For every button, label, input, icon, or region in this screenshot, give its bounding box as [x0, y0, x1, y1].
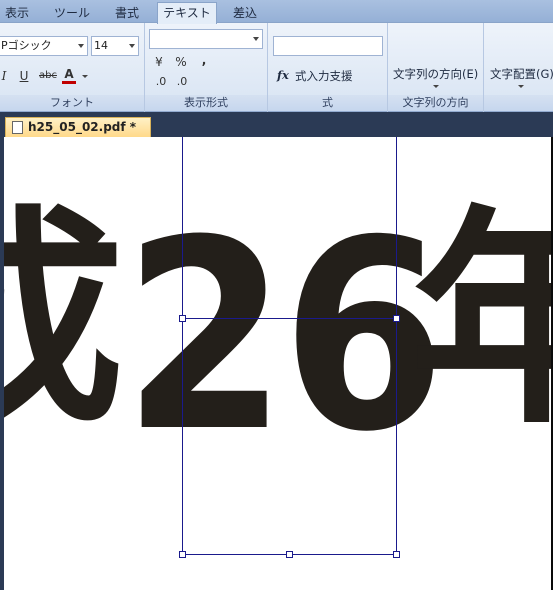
selection-guide-left	[182, 137, 183, 318]
decimal-increase-button[interactable]: .0	[152, 73, 170, 91]
ribbon-tab-strip: 表示 ツール 書式 テキスト 差込	[0, 0, 553, 24]
tab-format[interactable]: 書式	[104, 2, 150, 23]
ribbon-panel: Pゴシック 14 I U abc A フォント ¥ % , .0 .0 表示形式…	[0, 23, 553, 112]
tab-text[interactable]: テキスト	[157, 2, 217, 24]
display-format-group: ¥ % , .0 .0 表示形式	[145, 23, 268, 112]
tab-tools[interactable]: ツール	[46, 2, 98, 23]
decimal-decrease-button[interactable]: .0	[173, 73, 191, 91]
chevron-down-icon[interactable]	[518, 85, 524, 88]
resize-handle-bottom-right[interactable]	[393, 551, 400, 558]
chevron-down-icon	[129, 44, 135, 48]
text-align-group: 文字配置(G)	[484, 23, 553, 112]
formula-input[interactable]	[273, 36, 383, 56]
font-size-value: 14	[94, 39, 108, 52]
canvas-text-right: 年	[410, 188, 553, 455]
font-group: Pゴシック 14 I U abc A フォント	[0, 23, 145, 112]
font-color-button[interactable]: A	[62, 66, 76, 84]
percent-format-button[interactable]: %	[174, 53, 188, 71]
font-size-combo[interactable]: 14	[91, 36, 139, 56]
chevron-down-icon[interactable]	[82, 75, 88, 78]
formula-group-label: 式	[268, 95, 387, 111]
font-group-label: フォント	[0, 95, 144, 111]
document-canvas[interactable]: 成 26 年	[4, 137, 553, 590]
italic-button[interactable]: I	[0, 67, 10, 85]
chevron-down-icon	[253, 37, 259, 41]
chevron-down-icon[interactable]	[433, 85, 439, 88]
document-tab-bar: h25_05_02.pdf *	[0, 112, 553, 137]
resize-handle-bottom-center[interactable]	[286, 551, 293, 558]
underline-button[interactable]: U	[17, 67, 31, 85]
document-tab-label: h25_05_02.pdf *	[28, 120, 137, 134]
strikethrough-button[interactable]: abc	[37, 67, 59, 85]
chevron-down-icon	[78, 44, 84, 48]
document-tab[interactable]: h25_05_02.pdf *	[5, 117, 151, 137]
text-align-group-label	[484, 95, 553, 111]
text-align-button[interactable]: 文字配置(G)	[490, 66, 553, 82]
formula-group: fx 式入力支援 式	[268, 23, 388, 112]
formula-assist-button[interactable]: 式入力支援	[295, 68, 353, 84]
resize-handle-mid-left[interactable]	[179, 315, 186, 322]
document-icon	[12, 121, 23, 134]
selection-guide-right	[396, 137, 397, 318]
comma-format-button[interactable]: ,	[199, 51, 209, 69]
text-direction-group: 文字列の方向(E) 文字列の方向	[388, 23, 484, 112]
fx-icon: fx	[277, 68, 289, 82]
resize-handle-bottom-left[interactable]	[179, 551, 186, 558]
font-name-combo[interactable]: Pゴシック	[0, 36, 88, 56]
tab-merge[interactable]: 差込	[222, 2, 268, 23]
text-direction-button[interactable]: 文字列の方向(E)	[393, 66, 478, 82]
canvas-text-left: 成	[4, 188, 125, 455]
resize-handle-mid-right[interactable]	[393, 315, 400, 322]
font-name-value: Pゴシック	[1, 39, 52, 52]
selection-box[interactable]	[182, 318, 397, 555]
text-direction-group-label: 文字列の方向	[388, 95, 483, 111]
yen-format-button[interactable]: ¥	[153, 53, 165, 71]
tab-view[interactable]: 表示	[0, 2, 34, 23]
format-combo[interactable]	[149, 29, 263, 49]
display-format-group-label: 表示形式	[145, 95, 267, 111]
